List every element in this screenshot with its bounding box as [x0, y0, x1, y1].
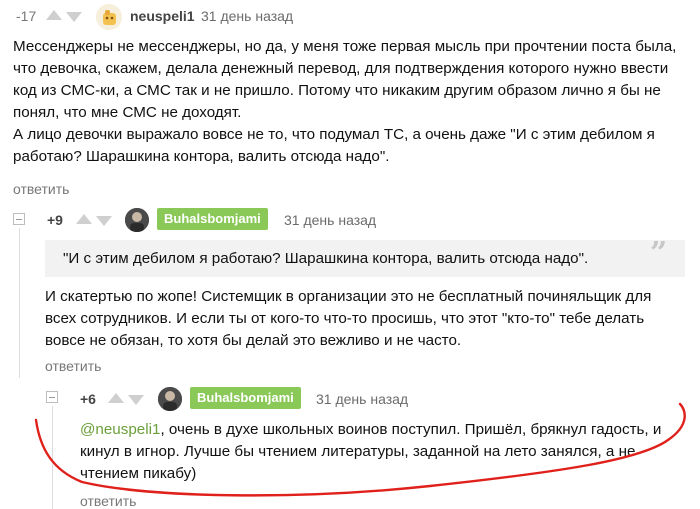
quote-text: "И с этим дебилом я работаю? Шарашкина к…: [63, 250, 589, 267]
arrow-up-icon[interactable]: [46, 10, 62, 20]
comment-body: Мессенджеры не мессенджеры, но да, у мен…: [13, 36, 693, 168]
arrow-down-icon[interactable]: [128, 395, 144, 405]
avatar[interactable]: [125, 208, 149, 232]
collapse-icon[interactable]: [46, 391, 58, 403]
comment-rating: -17: [16, 8, 37, 24]
comment-text-line: Мессенджеры не мессенджеры, но да, у мен…: [13, 38, 677, 55]
comment-username[interactable]: neuspeli1: [130, 8, 195, 24]
quote-icon: ”: [650, 236, 668, 271]
arrow-up-icon[interactable]: [76, 214, 92, 224]
comment-timestamp[interactable]: 31 день назад: [201, 8, 293, 24]
comment-body: И скатертью по жопе! Системщик в организ…: [45, 286, 695, 352]
reply-button[interactable]: ответить: [80, 493, 136, 509]
collapse-icon[interactable]: [13, 213, 25, 225]
comment-text-line: вовсе не обязан, то хотя бы делай это ве…: [45, 332, 462, 349]
comment-username[interactable]: Buhalsbomjami: [190, 387, 301, 409]
arrow-up-icon[interactable]: [108, 393, 124, 403]
reply-button[interactable]: ответить: [13, 181, 69, 197]
comment-text-line: кинул в игнор. Лучше бы чтением литерату…: [80, 443, 636, 460]
comment-timestamp[interactable]: 31 день назад: [316, 391, 408, 407]
comment-text-line: И скатертью по жопе! Системщик в организ…: [45, 288, 652, 305]
arrow-down-icon[interactable]: [66, 12, 82, 22]
comment-username[interactable]: Buhalsbomjami: [157, 208, 268, 230]
comment-text-line: чтением пикабу): [80, 465, 197, 482]
arrow-down-icon[interactable]: [96, 216, 112, 226]
comment-timestamp[interactable]: 31 день назад: [284, 212, 376, 228]
comment-text-line: всех сотрудников. И если ты от кого-то ч…: [45, 310, 645, 327]
comment-text-line: А лицо девочки выражало вовсе не то, что…: [13, 126, 655, 143]
comment-body: @neuspeli1, очень в духе школьных воинов…: [80, 419, 690, 485]
comment-rating: +9: [47, 212, 63, 228]
reply-button[interactable]: ответить: [45, 358, 101, 374]
avatar[interactable]: [96, 4, 122, 30]
comment-text-fragment: , очень в духе школьных воинов поступил.…: [160, 421, 662, 438]
comment-text-line: что девочка, скажем, делала денежный пер…: [13, 60, 669, 77]
thread-line[interactable]: [52, 406, 53, 509]
thread-line[interactable]: [19, 228, 20, 378]
avatar[interactable]: [158, 387, 182, 411]
user-mention-link[interactable]: @neuspeli1: [80, 421, 160, 438]
comment-text-line: код из СМС-ки, а СМС так и не пришло. По…: [13, 82, 661, 99]
comment-text-line: работаю? Шарашкина контора, валить отсюд…: [13, 148, 390, 165]
comment-rating: +6: [80, 391, 96, 407]
comment-text-line: @neuspeli1, очень в духе школьных воинов…: [80, 419, 690, 441]
comment-text-line: понял, что мне СМС не доходят.: [13, 104, 242, 121]
